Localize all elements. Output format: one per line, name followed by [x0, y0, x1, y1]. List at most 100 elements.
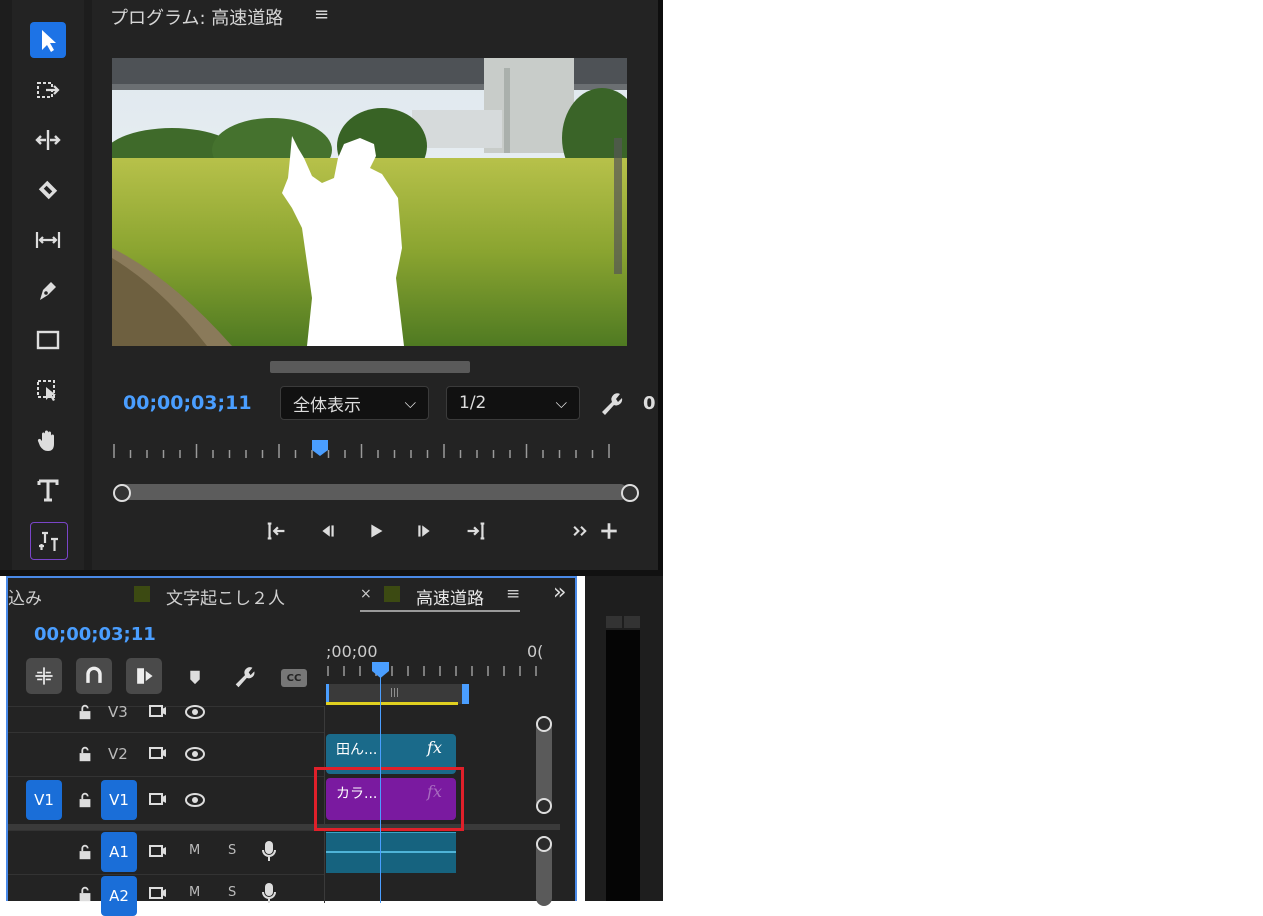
timeline-ruler[interactable]: [326, 664, 546, 682]
video-preview: [112, 58, 627, 346]
eye-icon[interactable]: [184, 745, 206, 763]
red-highlight-box: [314, 767, 464, 831]
solo-track-button[interactable]: S: [228, 885, 236, 900]
eye-icon[interactable]: [184, 791, 206, 809]
selection-tool-icon[interactable]: [30, 22, 66, 58]
captions-cc-icon[interactable]: CC: [281, 669, 307, 687]
hand-tool-icon[interactable]: [30, 422, 66, 458]
step-back-icon[interactable]: [310, 514, 344, 548]
track-a1: A1 M S: [8, 830, 324, 875]
track-v1-target[interactable]: V1: [101, 780, 137, 820]
render-bar-yellow: [326, 702, 458, 705]
chevron-down-icon: ⌵: [555, 394, 567, 412]
mute-track-button[interactable]: M: [189, 885, 200, 900]
tools-panel: [0, 0, 92, 570]
work-area-out-handle[interactable]: [462, 684, 469, 704]
eye-icon[interactable]: [184, 703, 206, 721]
mute-track-button[interactable]: M: [189, 843, 200, 858]
track-select-forward-tool-icon[interactable]: [30, 72, 66, 108]
zoom-bar-left-handle[interactable]: [113, 484, 131, 502]
lock-icon[interactable]: [76, 745, 94, 763]
zoom-bar-right-handle[interactable]: [621, 484, 639, 502]
meter-peak-left: [606, 616, 622, 628]
program-monitor: プログラム: 高速道路 ≡ 00;00;03;11 全体表示 ⌵ 1/2 ⌵ 0: [92, 0, 662, 570]
ruler-end-time: 0(: [527, 642, 544, 661]
lock-icon[interactable]: [76, 791, 94, 809]
source-patch-v1[interactable]: V1: [26, 780, 62, 820]
clip-v2-label: 田ん...: [336, 742, 378, 758]
go-to-in-icon[interactable]: [260, 514, 294, 548]
track-v3: V3: [8, 703, 324, 733]
lock-icon[interactable]: [76, 843, 94, 861]
program-monitor-menu-icon[interactable]: ≡: [314, 4, 329, 25]
tab-color-swatch: [384, 586, 400, 602]
linked-selection-icon[interactable]: [126, 658, 162, 694]
active-tab-underline: [360, 610, 520, 612]
resolution-select-value: 1/2: [459, 393, 487, 413]
timeline-playhead-marker[interactable]: [372, 662, 389, 678]
ruler-start-time: ;00;00: [326, 642, 378, 661]
monitor-scrollbar[interactable]: [270, 361, 470, 373]
track-a2-target[interactable]: A2: [101, 876, 137, 916]
track-a2: A2 M S: [8, 874, 324, 916]
tab-color-swatch: [134, 586, 150, 602]
timeline-settings-wrench-icon[interactable]: [232, 664, 260, 692]
video-scroll-top-handle[interactable]: [536, 716, 552, 732]
lock-icon[interactable]: [76, 703, 94, 721]
meter-peak-right: [624, 616, 640, 628]
snap-magnet-icon[interactable]: [76, 658, 112, 694]
sync-lock-icon[interactable]: [148, 843, 168, 861]
panel-overflow-icon[interactable]: »: [553, 580, 566, 605]
tab-transcription[interactable]: 文字起こし２人: [166, 584, 285, 609]
caption-tool-icon[interactable]: [30, 522, 68, 560]
zoom-select[interactable]: 全体表示 ⌵: [280, 386, 429, 420]
lock-icon[interactable]: [76, 885, 94, 903]
tab-partial[interactable]: 込み: [8, 584, 42, 609]
audio-scroll-top-handle[interactable]: [536, 836, 552, 852]
microphone-icon[interactable]: [260, 839, 278, 863]
type-tool-icon[interactable]: [30, 472, 66, 508]
microphone-icon[interactable]: [260, 881, 278, 905]
go-to-out-icon[interactable]: [458, 514, 492, 548]
timeline-timecode[interactable]: 00;00;03;11: [34, 624, 156, 645]
remix-tool-icon[interactable]: [30, 372, 66, 408]
playhead-marker[interactable]: [312, 440, 328, 456]
audio-waveform-line: [326, 851, 456, 853]
track-v3-label[interactable]: V3: [108, 703, 128, 721]
timeline-playhead-line[interactable]: [380, 664, 381, 903]
sync-lock-icon[interactable]: [148, 791, 168, 809]
rectangle-tool-icon[interactable]: [30, 322, 66, 358]
track-v2-label[interactable]: V2: [108, 745, 128, 763]
tab-close-icon[interactable]: ×: [360, 586, 372, 602]
tab-highway[interactable]: 高速道路: [416, 584, 484, 609]
tab-menu-icon[interactable]: ≡: [506, 584, 520, 604]
settings-partial-value: 0: [643, 393, 656, 414]
solo-track-button[interactable]: S: [228, 843, 236, 858]
sync-lock-icon[interactable]: [148, 885, 168, 903]
fx-badge: fx: [427, 738, 442, 757]
monitor-time-ruler[interactable]: [112, 436, 632, 466]
step-forward-icon[interactable]: [408, 514, 442, 548]
track-v1: V1 V1: [8, 776, 324, 825]
marker-icon[interactable]: [184, 666, 208, 690]
program-timecode[interactable]: 00;00;03;11: [123, 392, 252, 414]
sync-lock-icon[interactable]: [148, 703, 168, 721]
chevron-down-icon: ⌵: [404, 394, 416, 412]
resolution-select[interactable]: 1/2 ⌵: [446, 386, 580, 420]
pen-tool-icon[interactable]: [30, 272, 66, 308]
ripple-edit-tool-icon[interactable]: [30, 122, 66, 158]
insert-sequence-nest-icon[interactable]: [26, 658, 62, 694]
razor-tool-icon[interactable]: [30, 172, 66, 208]
work-area-grip-icon[interactable]: |||: [390, 688, 399, 698]
video-scroll-bottom-handle[interactable]: [536, 798, 552, 814]
sync-lock-icon[interactable]: [148, 745, 168, 763]
track-a1-target[interactable]: A1: [101, 832, 137, 872]
work-area-in-handle[interactable]: [326, 684, 329, 704]
wrench-icon[interactable]: [598, 390, 626, 418]
add-button-icon[interactable]: [592, 514, 626, 548]
play-icon[interactable]: [359, 514, 393, 548]
clip-a1[interactable]: [326, 832, 456, 873]
slip-tool-icon[interactable]: [30, 222, 66, 258]
monitor-zoom-bar[interactable]: [114, 484, 628, 500]
track-v2: V2: [8, 732, 324, 777]
